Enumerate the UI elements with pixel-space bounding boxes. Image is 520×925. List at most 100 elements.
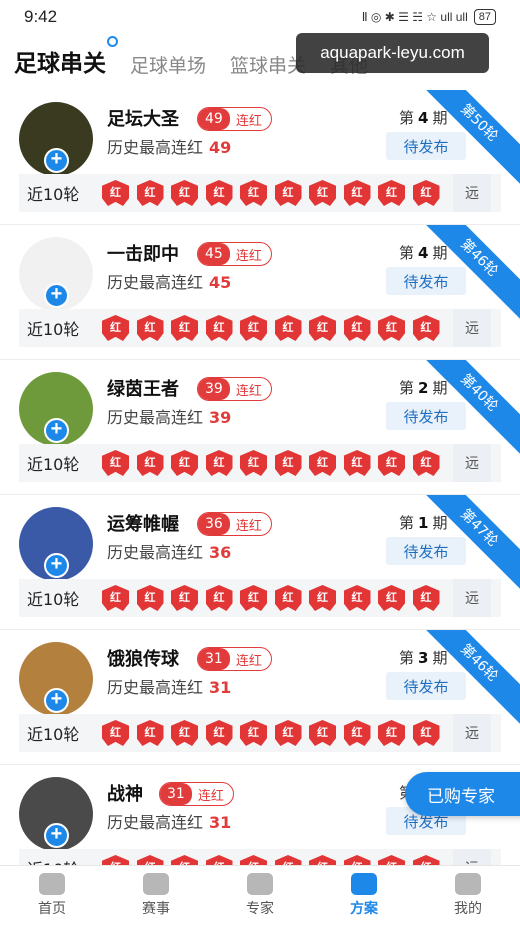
red-mark-icon: 红 bbox=[171, 720, 198, 746]
more-button[interactable]: 远 bbox=[453, 309, 491, 347]
mark-label: 红 bbox=[144, 726, 156, 739]
issue-number: 3 bbox=[418, 649, 429, 667]
follow-plus-icon[interactable]: + bbox=[44, 418, 69, 443]
status-time: 9:42 bbox=[24, 7, 58, 26]
more-button[interactable]: 远 bbox=[453, 174, 491, 212]
mark-label: 红 bbox=[179, 726, 190, 739]
mark-label: 红 bbox=[213, 726, 225, 739]
mark-label: 红 bbox=[386, 321, 397, 334]
recent-marks: 红红红红红红红红红红 bbox=[102, 585, 440, 611]
expert-card[interactable]: + 饿狼传球 31 连红 历史最高连红 31 第 3 期待发布 第46轮 近10轮红红红红红红红红红… bbox=[0, 630, 520, 765]
mark-label: 红 bbox=[213, 456, 225, 469]
history-best: 历史最高连红 31 bbox=[107, 674, 231, 698]
red-mark-icon: 红 bbox=[343, 450, 371, 476]
history-value: 45 bbox=[209, 273, 232, 292]
mark-label: 红 bbox=[110, 726, 121, 739]
recent-marks: 红红红红红红红红红红 bbox=[102, 855, 440, 865]
mark-label: 红 bbox=[213, 186, 225, 199]
issue-indicator: 第3期 bbox=[399, 647, 447, 668]
mark-label: 红 bbox=[179, 591, 190, 604]
red-mark-icon: 红 bbox=[205, 315, 233, 341]
red-mark-icon: 红 bbox=[412, 450, 440, 476]
red-mark-icon: 红 bbox=[102, 855, 129, 865]
red-mark-icon: 红 bbox=[240, 855, 267, 865]
more-button[interactable]: 远 bbox=[453, 714, 491, 752]
follow-plus-icon[interactable]: + bbox=[44, 283, 69, 308]
follow-plus-icon[interactable]: + bbox=[44, 688, 69, 713]
follow-plus-icon[interactable]: + bbox=[44, 148, 69, 173]
nav-item-home[interactable]: 首页 bbox=[0, 866, 104, 925]
mark-label: 红 bbox=[386, 456, 397, 469]
red-mark-icon: 红 bbox=[136, 180, 164, 206]
expert-card[interactable]: + 绿茵王者 39 连红 历史最高连红 39 第 2 期待发布 第40轮 近10轮红红红红红红红红红… bbox=[0, 360, 520, 495]
mark-label: 红 bbox=[248, 591, 259, 604]
history-label: 历史最高连红 bbox=[107, 273, 204, 292]
issue-prefix: 第 bbox=[399, 514, 415, 532]
plans-icon bbox=[351, 873, 377, 895]
recent-marks: 红红红红红红红红红红 bbox=[102, 315, 440, 341]
issue-prefix: 第 bbox=[399, 649, 415, 667]
red-mark-icon: 红 bbox=[274, 180, 302, 206]
mark-label: 红 bbox=[144, 186, 156, 199]
pending-publish-button[interactable]: 待发布 bbox=[386, 267, 466, 295]
red-mark-icon: 红 bbox=[309, 315, 336, 341]
expert-list: + 足坛大圣 49 连红 历史最高连红 49 第 4 期待发布 第50轮 近10轮红红红红红红红红红… bbox=[0, 90, 520, 865]
mark-label: 红 bbox=[144, 591, 156, 604]
history-best: 历史最高连红 39 bbox=[107, 404, 231, 428]
tab-basketball-parlay[interactable]: 篮球串关 bbox=[230, 51, 306, 78]
more-button[interactable]: 远 bbox=[453, 444, 491, 482]
expert-card[interactable]: + 运筹帷幄 36 连红 历史最高连红 36 第 1 期待发布 第47轮 近10轮红红红红红红红红红… bbox=[0, 495, 520, 630]
red-mark-icon: 红 bbox=[102, 180, 129, 206]
red-mark-icon: 红 bbox=[205, 585, 233, 611]
home-icon bbox=[39, 873, 65, 895]
mark-label: 红 bbox=[179, 456, 190, 469]
mark-label: 红 bbox=[110, 321, 121, 334]
tab-football-parlay[interactable]: 足球串关 bbox=[14, 36, 118, 78]
tab-football-single[interactable]: 足球单场 bbox=[130, 51, 206, 78]
streak-label: 连红 bbox=[235, 653, 262, 669]
red-mark-icon: 红 bbox=[240, 585, 267, 611]
red-mark-icon: 红 bbox=[171, 855, 198, 865]
nav-item-experts[interactable]: 专家 bbox=[208, 866, 312, 925]
pending-publish-button[interactable]: 待发布 bbox=[386, 132, 466, 160]
mark-label: 红 bbox=[420, 726, 432, 739]
pending-publish-button[interactable]: 待发布 bbox=[386, 402, 466, 430]
streak-badge: 45 连红 bbox=[197, 242, 272, 266]
nav-item-plans[interactable]: 方案 bbox=[312, 866, 416, 925]
red-mark-icon: 红 bbox=[309, 180, 336, 206]
red-mark-icon: 红 bbox=[240, 180, 267, 206]
nav-item-matches[interactable]: 赛事 bbox=[104, 866, 208, 925]
red-mark-icon: 红 bbox=[136, 450, 164, 476]
red-mark-icon: 红 bbox=[102, 720, 129, 746]
pending-publish-button[interactable]: 待发布 bbox=[386, 537, 466, 565]
issue-prefix: 第 bbox=[399, 244, 415, 262]
mark-label: 红 bbox=[317, 456, 328, 469]
red-mark-icon: 红 bbox=[378, 585, 405, 611]
more-button[interactable]: 远 bbox=[453, 849, 491, 865]
bought-experts-button[interactable]: 已购专家 bbox=[405, 772, 520, 816]
mark-label: 红 bbox=[317, 726, 328, 739]
red-mark-icon: 红 bbox=[102, 585, 129, 611]
expert-card[interactable]: + 足坛大圣 49 连红 历史最高连红 49 第 4 期待发布 第50轮 近10轮红红红红红红红红红… bbox=[0, 90, 520, 225]
mark-label: 红 bbox=[351, 186, 363, 199]
streak-count: 39 bbox=[198, 378, 230, 400]
mark-label: 红 bbox=[317, 591, 328, 604]
red-mark-icon: 红 bbox=[343, 720, 371, 746]
nav-item-profile[interactable]: 我的 bbox=[416, 866, 520, 925]
pending-publish-button[interactable]: 待发布 bbox=[386, 672, 466, 700]
mark-label: 红 bbox=[386, 726, 397, 739]
follow-plus-icon[interactable]: + bbox=[44, 823, 69, 848]
expert-name: 运筹帷幄 bbox=[107, 514, 179, 535]
mark-label: 红 bbox=[351, 591, 363, 604]
follow-plus-icon[interactable]: + bbox=[44, 553, 69, 578]
mark-label: 红 bbox=[351, 321, 363, 334]
red-mark-icon: 红 bbox=[378, 180, 405, 206]
issue-prefix: 第 bbox=[399, 379, 415, 397]
issue-suffix: 期 bbox=[432, 244, 448, 262]
history-best: 历史最高连红 31 bbox=[107, 809, 231, 833]
expert-card[interactable]: + 一击即中 45 连红 历史最高连红 45 第 4 期待发布 第46轮 近10轮红红红红红红红红红… bbox=[0, 225, 520, 360]
red-mark-icon: 红 bbox=[412, 315, 440, 341]
more-button[interactable]: 远 bbox=[453, 579, 491, 617]
red-mark-icon: 红 bbox=[136, 585, 164, 611]
mark-label: 红 bbox=[179, 321, 190, 334]
